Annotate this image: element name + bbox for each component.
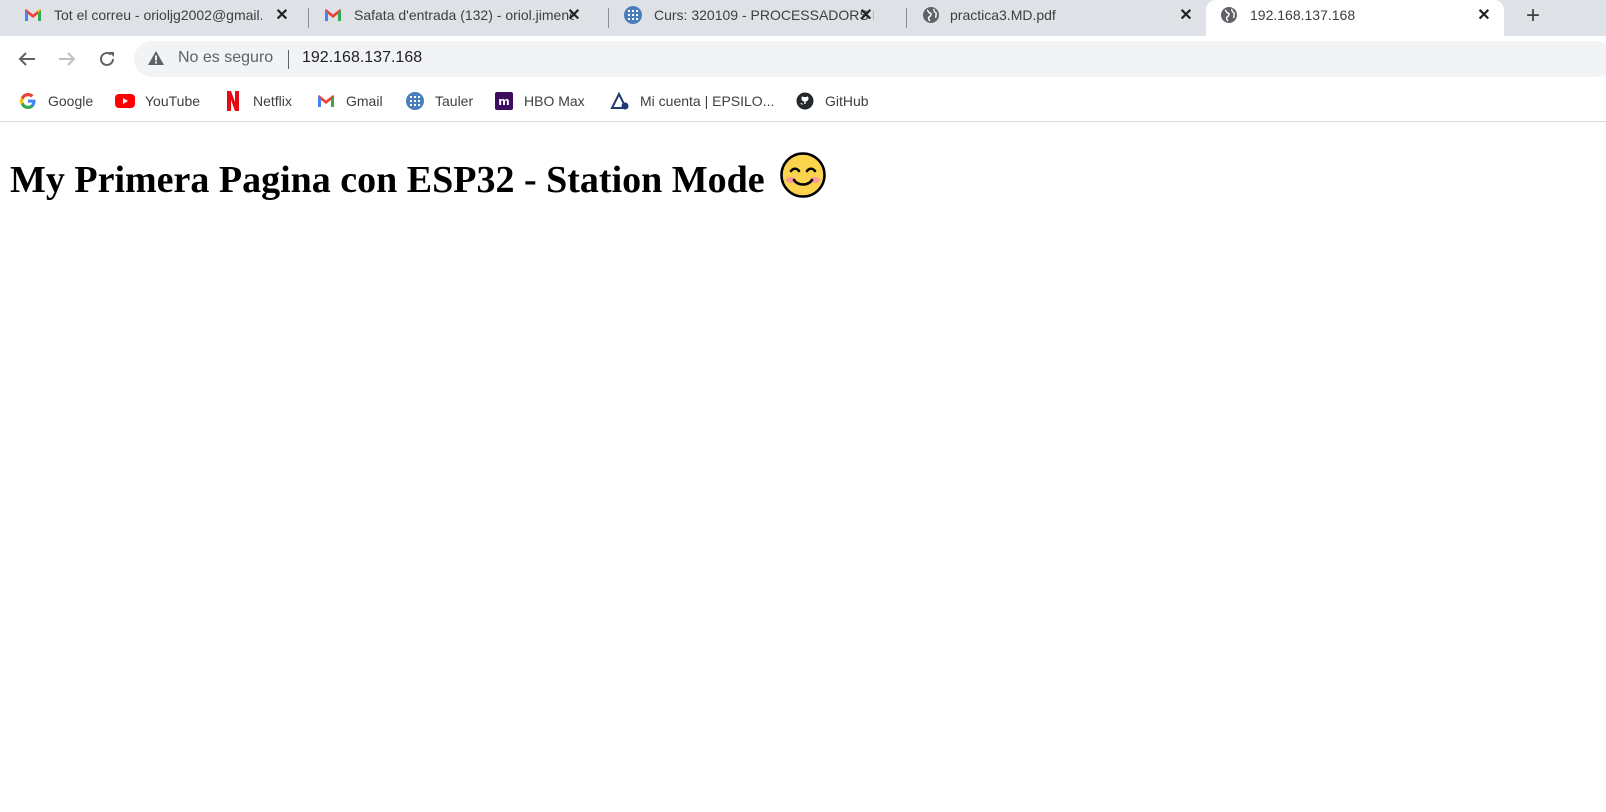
hbo-icon: m	[494, 91, 514, 111]
bookmark-hbo-max[interactable]: m HBO Max	[494, 90, 585, 112]
close-icon[interactable]: ✕	[1474, 5, 1494, 25]
globe-icon	[922, 6, 940, 24]
bookmark-label: GitHub	[825, 93, 869, 109]
tab-title: practica3.MD.pdf	[950, 7, 1056, 23]
atenea-icon	[405, 91, 425, 111]
close-icon[interactable]: ✕	[272, 5, 292, 25]
smiling-face-icon	[780, 152, 826, 208]
netflix-icon	[223, 91, 243, 111]
bookmark-google[interactable]: Google	[18, 90, 93, 112]
tab-course[interactable]: Curs: 320109 - PROCESSADORS DIGITALS ✕	[600, 0, 900, 32]
bookmark-youtube[interactable]: YouTube	[115, 90, 200, 112]
address-divider	[288, 50, 289, 69]
tab-gmail-inbox[interactable]: Safata d'entrada (132) - oriol.jimenez ✕	[300, 0, 600, 32]
tab-pdf[interactable]: practica3.MD.pdf ✕	[900, 0, 1200, 32]
forward-arrow-icon[interactable]	[54, 46, 80, 72]
gmail-icon	[316, 91, 336, 111]
address-bar[interactable]: No es seguro 192.168.137.168	[134, 41, 1606, 77]
warning-icon[interactable]	[148, 51, 164, 70]
github-icon	[795, 91, 815, 111]
bookmark-gmail[interactable]: Gmail	[316, 90, 383, 112]
bookmarks-bar: Google YouTube Netflix Gmail Tauler m HB…	[0, 82, 1606, 122]
back-arrow-icon[interactable]	[14, 46, 40, 72]
tab-title: Curs: 320109 - PROCESSADORS DIGITALS	[654, 7, 874, 23]
tab-active-esp32[interactable]: 192.168.137.168 ✕	[1206, 0, 1504, 40]
bookmark-label: Tauler	[435, 93, 474, 109]
bookmark-github[interactable]: GitHub	[795, 90, 869, 112]
browser-toolbar: No es seguro 192.168.137.168	[0, 36, 1606, 82]
bookmark-label: Google	[48, 93, 94, 109]
svg-text:m: m	[498, 95, 509, 108]
bookmark-tauler[interactable]: Tauler	[405, 90, 473, 112]
tab-title: Safata d'entrada (132) - oriol.jimenez	[354, 7, 574, 23]
google-icon	[18, 91, 38, 111]
globe-icon	[1220, 6, 1238, 24]
bookmark-label: Gmail	[346, 93, 383, 109]
youtube-icon	[115, 91, 135, 111]
new-tab-button[interactable]: +	[1518, 2, 1548, 30]
reload-icon[interactable]	[94, 46, 120, 72]
close-icon[interactable]: ✕	[1176, 5, 1196, 25]
page-heading-text: My Primera Pagina con ESP32 - Station Mo…	[10, 159, 765, 201]
tab-gmail-all-mail[interactable]: Tot el correu - orioljg2002@gmail.com ✕	[0, 0, 300, 32]
bookmark-netflix[interactable]: Netflix	[223, 90, 292, 112]
gmail-icon	[24, 6, 42, 24]
tab-title: 192.168.137.168	[1250, 7, 1356, 23]
tab-strip: Tot el correu - orioljg2002@gmail.com ✕ …	[0, 0, 1606, 40]
bookmark-label: Netflix	[253, 93, 292, 109]
bookmark-label: HBO Max	[524, 93, 585, 109]
page-heading: My Primera Pagina con ESP32 - Station Mo…	[10, 152, 826, 208]
gmail-icon	[324, 6, 342, 24]
close-icon[interactable]: ✕	[856, 5, 876, 25]
url-text[interactable]: 192.168.137.168	[302, 49, 422, 67]
epsilon-icon	[610, 91, 630, 111]
bookmark-label: YouTube	[145, 93, 201, 109]
tab-title: Tot el correu - orioljg2002@gmail.com	[54, 7, 262, 23]
bookmark-label: Mi cuenta | EPSILO...	[640, 93, 775, 109]
bookmark-epsilon[interactable]: Mi cuenta | EPSILO...	[610, 90, 774, 112]
security-status[interactable]: No es seguro	[178, 49, 273, 67]
close-icon[interactable]: ✕	[564, 5, 584, 25]
atenea-icon	[624, 6, 642, 24]
